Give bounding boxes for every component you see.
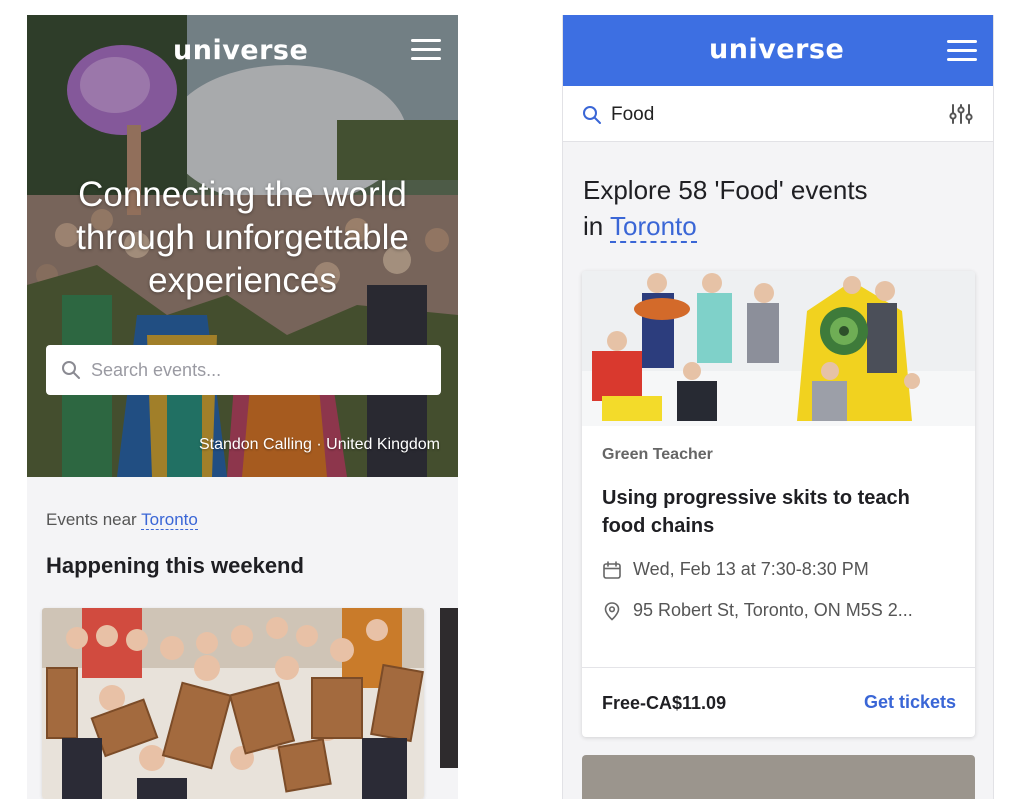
top-nav: universe [563, 15, 993, 86]
search-placeholder: Search events... [91, 359, 222, 380]
results-heading: Explore 58 'Food' events in Toronto [583, 172, 963, 244]
events-near-label: Events near Toronto [46, 510, 198, 530]
search-icon [62, 361, 80, 379]
get-tickets-button[interactable]: Get tickets [864, 692, 956, 713]
event-card[interactable]: Green Teacher Using progressive skits to… [582, 271, 975, 737]
events-near-prefix: Events near [46, 510, 137, 529]
event-price: Free-CA$11.09 [602, 693, 727, 713]
event-location-row: 95 Robert St, Toronto, ON M5S 2... [602, 600, 913, 621]
event-title[interactable]: Using progressive skits to teach food ch… [602, 484, 952, 540]
filter-icon[interactable] [949, 103, 973, 125]
location-pin-icon [604, 601, 620, 621]
menu-icon[interactable] [947, 40, 977, 62]
event-image [42, 608, 424, 799]
card-divider [582, 667, 975, 668]
hero-banner: universe Connecting the world through un… [27, 15, 458, 477]
photo-credit: Standon Calling · United Kingdom [198, 436, 440, 453]
next-event-card[interactable] [440, 608, 458, 768]
event-location: 95 Robert St, Toronto, ON M5S 2... [633, 600, 913, 620]
event-date-row: Wed, Feb 13 at 7:30-8:30 PM [602, 559, 869, 580]
event-card[interactable] [42, 608, 424, 799]
location-link[interactable]: Toronto [610, 211, 697, 243]
hero-title: Connecting the world through unforgettab… [76, 175, 409, 300]
search-bar[interactable]: Food [563, 86, 993, 142]
location-link[interactable]: Toronto [141, 510, 198, 530]
search-icon [583, 106, 601, 124]
results-count-text: Explore 58 'Food' events [583, 175, 868, 205]
next-event-card[interactable] [582, 755, 975, 799]
event-date: Wed, Feb 13 at 7:30-8:30 PM [633, 559, 869, 579]
universe-logo[interactable]: universe [709, 34, 844, 65]
results-in-text: in [583, 211, 604, 241]
universe-logo[interactable]: universe [173, 35, 308, 66]
search-results-screen: universe Food Explore 58 'Food' events i… [562, 15, 994, 799]
search-input[interactable]: Search events... [46, 345, 441, 395]
search-query[interactable]: Food [611, 104, 654, 126]
calendar-icon [603, 560, 621, 579]
menu-icon[interactable] [411, 39, 441, 61]
event-organizer[interactable]: Green Teacher [602, 446, 713, 464]
home-screen: universe Connecting the world through un… [27, 15, 458, 799]
event-image [582, 271, 975, 426]
section-title: Happening this weekend [46, 553, 304, 578]
